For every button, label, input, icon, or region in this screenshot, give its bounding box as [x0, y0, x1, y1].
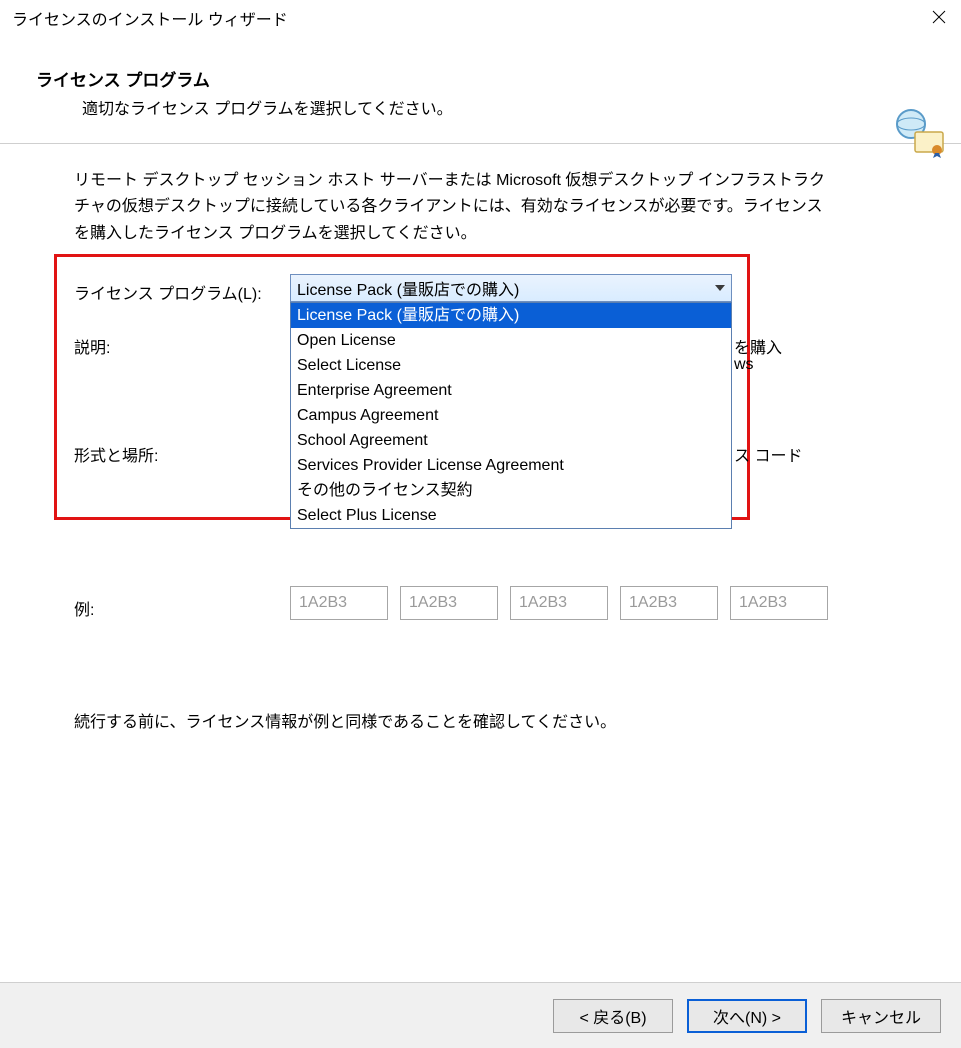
header-title: ライセンス プログラム [36, 66, 949, 91]
chevron-down-icon [715, 285, 725, 291]
combobox-selected-text: License Pack (量販店での購入) [297, 276, 709, 300]
close-button[interactable] [917, 2, 961, 32]
confirm-text: 続行する前に、ライセンス情報が例と同様であることを確認してください。 [74, 708, 616, 732]
dropdown-option[interactable]: Enterprise Agreement [291, 378, 731, 403]
obscured-text-line3: ス コード [734, 442, 802, 466]
example-field: 1A2B3 [510, 586, 608, 620]
close-icon [932, 10, 946, 24]
dropdown-option[interactable]: Select Plus License [291, 503, 731, 528]
combobox-arrow-button[interactable] [709, 275, 731, 301]
dropdown-option[interactable]: Services Provider License Agreement [291, 453, 731, 478]
example-field: 1A2B3 [400, 586, 498, 620]
wizard-header: ライセンス プログラム 適切なライセンス プログラムを選択してください。 [0, 48, 961, 144]
header-subtitle: 適切なライセンス プログラムを選択してください。 [36, 95, 949, 119]
dropdown-option[interactable]: School Agreement [291, 428, 731, 453]
example-field: 1A2B3 [620, 586, 718, 620]
back-button[interactable]: < 戻る(B) [553, 999, 673, 1033]
license-program-dropdown[interactable]: License Pack (量販店での購入) Open License Sele… [290, 302, 732, 529]
title-bar: ライセンスのインストール ウィザード [0, 0, 961, 48]
label-description: 説明: [74, 334, 110, 358]
cancel-button[interactable]: キャンセル [821, 999, 941, 1033]
wizard-footer: < 戻る(B) 次へ(N) > キャンセル [0, 982, 961, 1048]
example-field: 1A2B3 [290, 586, 388, 620]
example-fields-row: 1A2B3 1A2B3 1A2B3 1A2B3 1A2B3 [290, 586, 828, 620]
label-license-program: ライセンス プログラム(L): [74, 280, 262, 304]
obscured-text-line1: を購入 [734, 334, 782, 358]
wizard-body: リモート デスクトップ セッション ホスト サーバーまたは Microsoft … [0, 144, 961, 974]
obscured-text-line2: ws [734, 356, 754, 374]
intro-text: リモート デスクトップ セッション ホスト サーバーまたは Microsoft … [74, 168, 834, 247]
dropdown-option[interactable]: License Pack (量販店での購入) [291, 303, 731, 328]
license-program-combobox[interactable]: License Pack (量販店での購入) [290, 274, 732, 302]
label-format: 形式と場所: [74, 442, 158, 466]
window-title: ライセンスのインストール ウィザード [12, 6, 288, 30]
next-button[interactable]: 次へ(N) > [687, 999, 807, 1033]
example-field: 1A2B3 [730, 586, 828, 620]
label-example: 例: [74, 596, 94, 620]
dropdown-option[interactable]: Campus Agreement [291, 403, 731, 428]
dropdown-option[interactable]: Select License [291, 353, 731, 378]
dropdown-option[interactable]: Open License [291, 328, 731, 353]
dropdown-option[interactable]: その他のライセンス契約 [291, 478, 731, 503]
